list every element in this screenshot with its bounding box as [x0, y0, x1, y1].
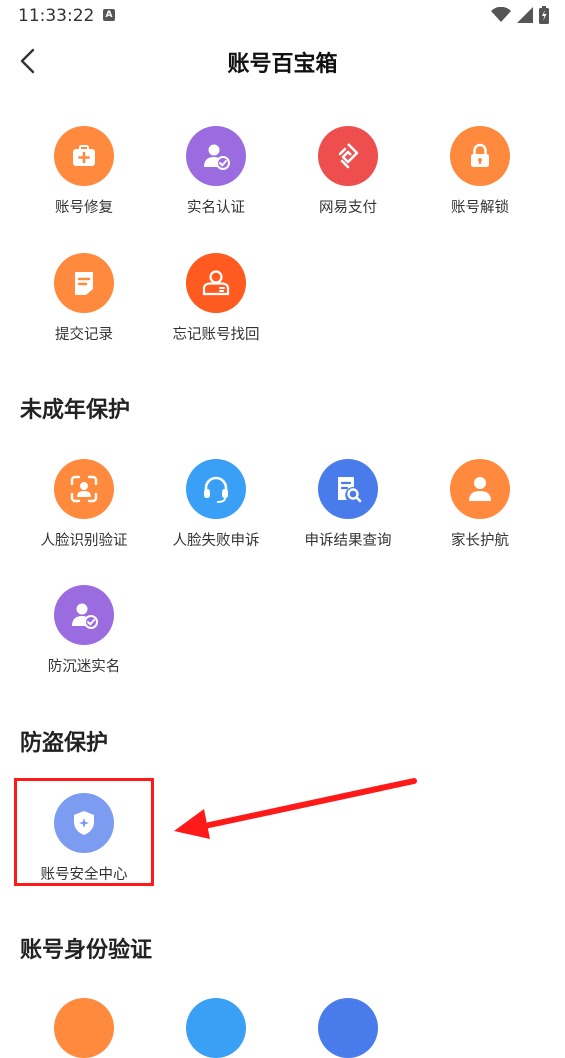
tile-label: 账号修复 — [55, 200, 113, 216]
tile-label: 防沉迷实名 — [47, 659, 121, 675]
tile-label: 忘记账号找回 — [172, 327, 260, 343]
battery-charging-icon — [539, 6, 549, 24]
tile-label: 网易支付 — [319, 200, 377, 216]
status-time: 11:33:22 — [18, 6, 95, 26]
user-verified-icon — [54, 585, 114, 645]
face-scan-icon — [54, 459, 114, 519]
tile-label: 申诉结果查询 — [304, 533, 392, 549]
page-title: 账号百宝箱 — [227, 52, 338, 77]
person-icon — [450, 459, 510, 519]
section-title-identity-verification: 账号身份验证 — [20, 938, 153, 963]
tile-parental-guard[interactable]: 家长护航 — [414, 459, 546, 569]
headset-icon — [186, 459, 246, 519]
tile-label: 账号解锁 — [451, 200, 509, 216]
status-icons — [491, 6, 549, 24]
section-title-minor-protection: 未成年保护 — [20, 398, 131, 423]
lock-icon — [450, 126, 510, 186]
header: 账号百宝箱 — [0, 36, 565, 86]
annotation-highlight-box — [14, 778, 154, 886]
tile-label: 实名认证 — [187, 200, 245, 216]
tile-anti-addiction-real-name[interactable]: 防沉迷实名 — [18, 585, 150, 695]
tile-account-unlock[interactable]: 账号解锁 — [414, 126, 546, 236]
document-icon — [54, 253, 114, 313]
tile-netease-pay[interactable]: 网易支付 — [282, 126, 414, 236]
tile-label: 人脸识别验证 — [40, 533, 128, 549]
wifi-icon — [491, 7, 511, 22]
partial-icon-blue[interactable] — [186, 998, 246, 1058]
user-verified-icon — [186, 126, 246, 186]
tile-account-repair[interactable]: 账号修复 — [18, 126, 150, 236]
tile-appeal-result-query[interactable]: 申诉结果查询 — [282, 459, 414, 569]
id-card-icon — [186, 253, 246, 313]
tile-label: 家长护航 — [451, 533, 509, 549]
tile-face-failure-appeal[interactable]: 人脸失败申诉 — [150, 459, 282, 569]
tile-label: 人脸失败申诉 — [172, 533, 260, 549]
partial-icon-orange[interactable] — [54, 998, 114, 1058]
signal-icon — [517, 7, 533, 23]
tile-forgot-account[interactable]: 忘记账号找回 — [150, 253, 282, 363]
notification-badge: A — [103, 9, 115, 21]
annotation-arrow — [174, 778, 417, 839]
section-title-anti-theft: 防盗保护 — [20, 731, 109, 756]
medical-kit-icon — [54, 126, 114, 186]
tile-label: 提交记录 — [55, 327, 113, 343]
tile-submission-records[interactable]: 提交记录 — [18, 253, 150, 363]
netease-pay-icon — [318, 126, 378, 186]
tile-real-name-auth[interactable]: 实名认证 — [150, 126, 282, 236]
search-document-icon — [318, 459, 378, 519]
tile-face-recognition[interactable]: 人脸识别验证 — [18, 459, 150, 569]
partial-icon-indigo[interactable] — [318, 998, 378, 1058]
status-bar: 11:33:22 A — [0, 0, 565, 32]
